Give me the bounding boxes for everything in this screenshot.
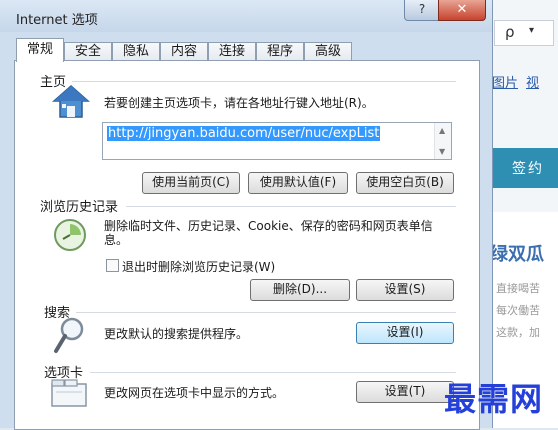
background-signin[interactable]: 签约 — [512, 158, 544, 178]
tab-security[interactable]: 安全 — [64, 42, 112, 61]
section-divider — [90, 372, 456, 373]
section-divider — [72, 81, 456, 82]
delete-on-exit-label[interactable]: 退出时删除浏览历史记录(W) — [122, 258, 275, 275]
use-default-button[interactable]: 使用默认值(F) — [248, 172, 348, 194]
use-blank-button[interactable]: 使用空白页(B) — [356, 172, 454, 194]
homepage-instruction: 若要创建主页选项卡，请在各地址行键入地址(R)。 — [104, 96, 374, 110]
use-current-button[interactable]: 使用当前页(C) — [142, 172, 240, 194]
history-section-title: 浏览历史记录 — [40, 200, 119, 215]
delete-on-exit-checkbox[interactable] — [106, 259, 119, 272]
dialog-title: Internet 选项 — [16, 13, 98, 28]
background-links: 图片视 — [492, 72, 547, 91]
tab-advanced[interactable]: 高级 — [304, 42, 352, 61]
internet-options-dialog: Internet 选项 ? ✕ 常规 安全 隐私 内容 连接 程序 高级 主页 … — [0, 0, 493, 430]
help-button[interactable]: ? — [404, 0, 440, 21]
tab-privacy[interactable]: 隐私 — [112, 42, 160, 61]
background-search-box[interactable]: ρ ▾ — [494, 20, 554, 46]
section-divider — [76, 312, 456, 313]
homepage-url-value[interactable]: http://jingyan.baidu.com/user/nuc/expLis… — [107, 126, 381, 141]
tab-programs[interactable]: 程序 — [256, 42, 304, 61]
title-bar: Internet 选项 ? ✕ — [0, 0, 492, 32]
tabs-description: 更改网页在选项卡中显示的方式。 — [104, 386, 285, 400]
background-link-video[interactable]: 视 — [526, 76, 539, 91]
magnifier-icon — [54, 317, 84, 353]
tab-content[interactable]: 内容 — [160, 42, 208, 61]
background-text-line: 每次働苦 — [496, 304, 540, 317]
scroll-up-icon[interactable]: ▲ — [439, 126, 445, 135]
section-divider — [126, 206, 456, 207]
tab-general[interactable]: 常规 — [16, 38, 64, 62]
search-settings-button[interactable]: 设置(I) — [356, 322, 454, 344]
tab-connections[interactable]: 连接 — [208, 42, 256, 61]
background-link-images[interactable]: 图片 — [492, 76, 518, 91]
chevron-down-icon: ▾ — [529, 25, 535, 36]
background-text-line: 这款，加 — [496, 326, 540, 339]
delete-history-button[interactable]: 删除(D)... — [250, 279, 350, 301]
tabs-settings-button[interactable]: 设置(T) — [356, 381, 454, 403]
scroll-down-icon[interactable]: ▼ — [439, 147, 445, 156]
close-button[interactable]: ✕ — [438, 0, 486, 21]
search-icon: ρ — [505, 23, 515, 41]
url-scrollbar[interactable]: ▲ ▼ — [434, 123, 451, 159]
history-description: 删除临时文件、历史记录、Cookie、保存的密码和网页表单信息。 — [104, 219, 433, 247]
history-settings-button[interactable]: 设置(S) — [356, 279, 454, 301]
background-heading: 绿双瓜 — [490, 244, 544, 265]
search-description: 更改默认的搜索提供程序。 — [104, 327, 249, 341]
watermark-text: 最需网 — [444, 380, 544, 418]
history-clock-icon — [54, 219, 86, 251]
house-icon — [52, 84, 90, 118]
background-text-line: 直接喝苦 — [496, 282, 540, 295]
homepage-url-input[interactable]: http://jingyan.baidu.com/user/nuc/expLis… — [102, 122, 452, 160]
tabs-window-icon — [51, 379, 87, 407]
